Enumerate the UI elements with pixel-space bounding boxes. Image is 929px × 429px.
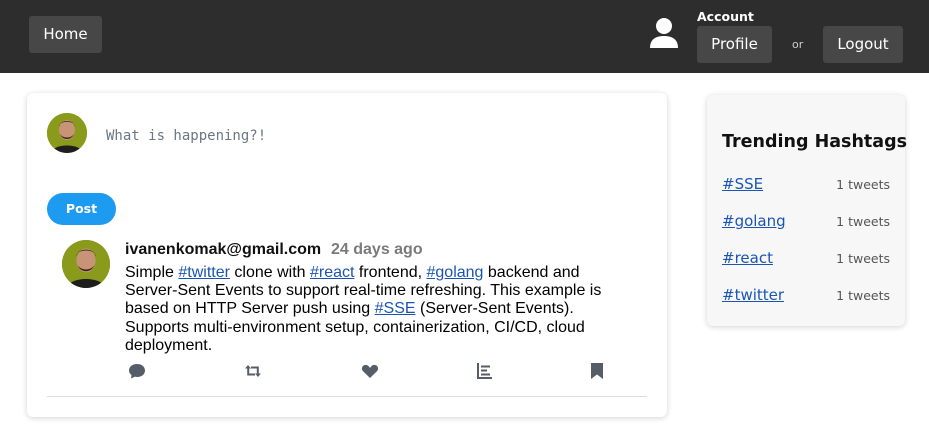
heart-icon[interactable] xyxy=(360,361,380,381)
tweet-actions xyxy=(47,361,647,381)
bookmark-icon[interactable] xyxy=(587,361,607,381)
feed-card: Post ivanenkomak@gmail.com 24 days ago S… xyxy=(27,93,667,417)
tweet-avatar[interactable] xyxy=(62,240,110,288)
profile-button[interactable]: Profile xyxy=(697,26,772,63)
account-label: Account xyxy=(697,9,754,24)
trending-item: #react 1 tweets xyxy=(722,249,890,269)
tweet-text-segment: clone with xyxy=(229,264,310,281)
top-nav-bar: Home Account Profile or Logout xyxy=(0,0,929,73)
tweet-count: 1 tweets xyxy=(836,288,890,303)
tweet-text-segment: Simple xyxy=(125,264,179,281)
trending-item: #SSE 1 tweets xyxy=(722,175,890,195)
trending-item: #twitter 1 tweets xyxy=(722,286,890,306)
trending-hashtags-card: Trending Hashtags #SSE 1 tweets #golang … xyxy=(707,95,908,326)
tweet-author[interactable]: ivanenkomak@gmail.com xyxy=(125,241,321,259)
avatar-image xyxy=(47,113,87,153)
trending-hashtag-link[interactable]: #SSE xyxy=(722,175,763,193)
post-input[interactable] xyxy=(106,125,626,147)
hashtag-link[interactable]: #golang xyxy=(427,264,484,281)
or-separator: or xyxy=(792,38,804,51)
home-button[interactable]: Home xyxy=(29,16,102,53)
tweet-count: 1 tweets xyxy=(836,214,890,229)
retweet-icon[interactable] xyxy=(243,361,263,381)
trending-hashtag-link[interactable]: #twitter xyxy=(722,286,784,304)
trending-item: #golang 1 tweets xyxy=(722,212,890,232)
tweet-text: Simple #twitter clone with #react fronte… xyxy=(125,264,625,355)
avatar[interactable] xyxy=(47,113,87,153)
logout-button[interactable]: Logout xyxy=(823,26,903,63)
hashtag-link[interactable]: #twitter xyxy=(178,264,230,281)
hashtag-link[interactable]: #react xyxy=(310,264,354,281)
hashtag-link[interactable]: #SSE xyxy=(375,300,416,317)
tweet-timestamp: 24 days ago xyxy=(331,241,423,258)
post-button[interactable]: Post xyxy=(47,193,116,225)
comment-icon[interactable] xyxy=(127,361,147,381)
stats-icon[interactable] xyxy=(474,361,494,381)
divider xyxy=(47,396,647,397)
avatar-image xyxy=(62,240,110,288)
tweet-count: 1 tweets xyxy=(836,251,890,266)
user-icon xyxy=(650,18,678,48)
tweet-text-segment: frontend, xyxy=(354,264,427,281)
tweet-count: 1 tweets xyxy=(836,177,890,192)
trending-hashtag-link[interactable]: #react xyxy=(722,249,773,267)
trending-title: Trending Hashtags xyxy=(722,132,908,152)
trending-hashtag-link[interactable]: #golang xyxy=(722,212,786,230)
